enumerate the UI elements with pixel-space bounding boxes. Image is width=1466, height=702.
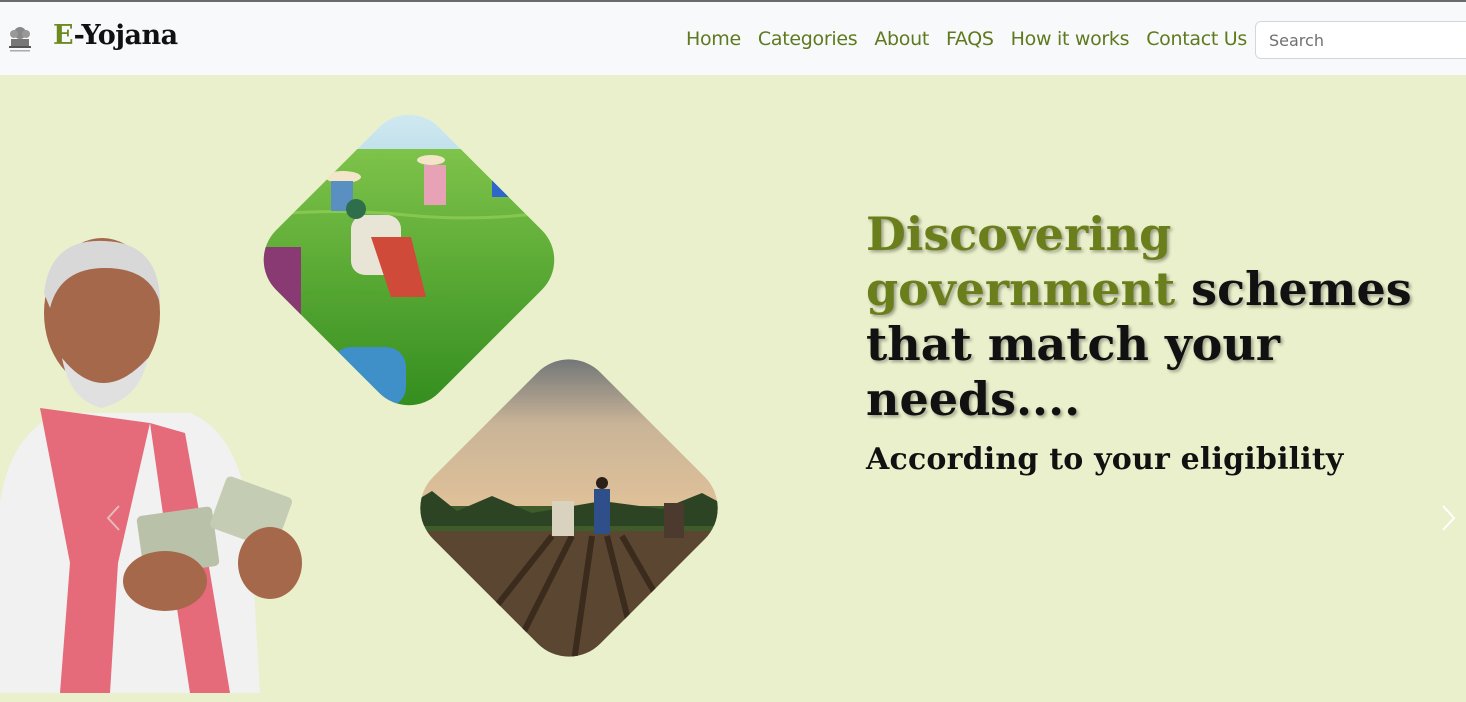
chevron-right-icon[interactable] xyxy=(1438,503,1458,533)
farmer-ploughing-image xyxy=(402,341,736,675)
hero-headline: Discovering government schemes that matc… xyxy=(866,207,1426,427)
national-emblem-icon[interactable] xyxy=(4,22,36,54)
brand-letter: E xyxy=(53,20,74,51)
chevron-left-icon[interactable] xyxy=(104,503,124,533)
nav-categories[interactable]: Categories xyxy=(758,28,858,50)
nav-home[interactable]: Home xyxy=(686,28,741,50)
nav-about[interactable]: About xyxy=(874,28,929,50)
nav-contact-us[interactable]: Contact Us xyxy=(1146,28,1247,50)
nav-links: Home Categories About FAQS How it works … xyxy=(686,28,1247,50)
navbar: E-Yojana Home Categories About FAQS How … xyxy=(0,0,1466,75)
brand-name: -Yojana xyxy=(73,20,179,51)
nav-faqs[interactable]: FAQS xyxy=(946,28,994,50)
hero-carousel: Discovering government schemes that matc… xyxy=(0,75,1466,702)
nav-how-it-works[interactable]: How it works xyxy=(1011,28,1130,50)
search-input[interactable] xyxy=(1255,21,1466,59)
hero-subheadline: According to your eligibility xyxy=(866,442,1344,477)
smiling-farmer-with-money-image xyxy=(0,238,302,693)
brand-logo[interactable]: E-Yojana xyxy=(53,20,178,51)
headline-highlight: Discovering government xyxy=(866,207,1176,316)
